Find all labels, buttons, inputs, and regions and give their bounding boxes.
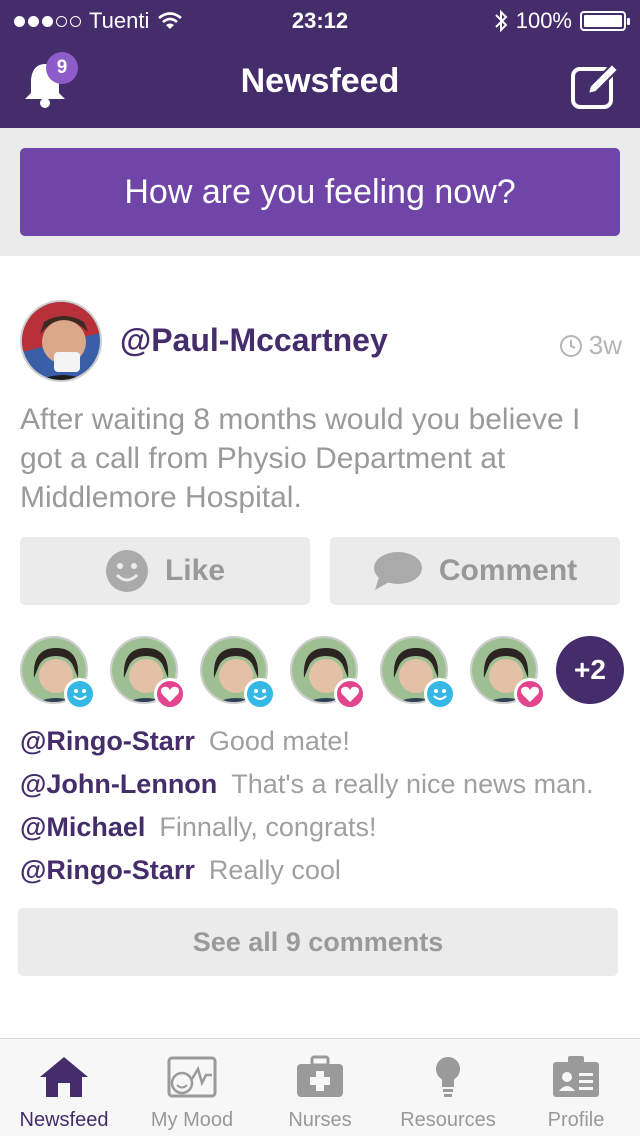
post-author[interactable]: @Paul-Mccartney (120, 322, 388, 359)
comment-user[interactable]: @Ringo-Starr (20, 726, 195, 756)
tab-bar: Newsfeed My Mood Nurses Resources Profil… (0, 1038, 640, 1136)
tab-nurses[interactable]: Nurses (256, 1039, 384, 1136)
tab-profile[interactable]: Profile (512, 1039, 640, 1136)
clock-icon (559, 334, 582, 357)
tab-label: Resources (400, 1109, 496, 1131)
reaction-avatar[interactable] (200, 636, 276, 710)
heart-icon (154, 678, 186, 710)
smile-icon (424, 678, 456, 710)
compose-icon[interactable] (570, 62, 620, 110)
heart-icon (334, 678, 366, 710)
id-card-icon (553, 1056, 599, 1097)
comment-item: @John-Lennon That's a really nice news ma… (20, 769, 594, 800)
smile-icon (105, 550, 148, 592)
top-bar: Tuenti 23:12 100% 9 Newsfeed (0, 0, 640, 128)
home-icon (40, 1057, 88, 1097)
mood-chart-icon (167, 1056, 217, 1098)
tab-label: Nurses (288, 1109, 352, 1131)
comment-text: Good mate! (208, 726, 350, 756)
more-reactions-button[interactable]: +2 (556, 636, 624, 704)
post-time: 3w (559, 330, 622, 361)
comment-label: Comment (438, 554, 578, 587)
author-avatar[interactable] (20, 300, 102, 382)
comment-text: That's a really nice news man. (231, 769, 594, 799)
heart-icon (514, 678, 546, 710)
battery-percent: 100% (515, 8, 572, 33)
reaction-avatar[interactable] (470, 636, 546, 710)
author-photo (22, 302, 100, 380)
bluetooth-icon (495, 9, 508, 33)
page-title: Newsfeed (240, 62, 400, 100)
comment-user[interactable]: @Michael (20, 812, 145, 842)
comment-button[interactable]: Comment (330, 537, 620, 605)
tab-label: Profile (547, 1109, 605, 1131)
like-button[interactable]: Like (20, 537, 310, 605)
status-right: 100% (494, 8, 630, 34)
reaction-avatar[interactable] (20, 636, 96, 710)
post-time-text: 3w (588, 330, 622, 360)
see-all-comments-button[interactable]: See all 9 comments (18, 908, 618, 976)
tab-label: Newsfeed (19, 1109, 109, 1131)
comment-item: @Ringo-Starr Really cool (20, 855, 341, 886)
post-body: After waiting 8 months would you believe… (20, 403, 581, 514)
comment-item: @Ringo-Starr Good mate! (20, 726, 350, 757)
status-bar: Tuenti 23:12 100% (0, 0, 640, 40)
smile-icon (244, 678, 276, 710)
comment-text: Really cool (208, 855, 341, 885)
reaction-avatar[interactable] (380, 636, 456, 710)
feeling-section: How are you feeling now? (0, 128, 640, 256)
medical-kit-icon (297, 1055, 343, 1097)
comment-item: @Michael Finnally, congrats! (20, 812, 376, 843)
comment-user[interactable]: @Ringo-Starr (20, 855, 195, 885)
lightbulb-icon (436, 1057, 460, 1097)
tab-my-mood[interactable]: My Mood (128, 1039, 256, 1136)
like-label: Like (164, 554, 226, 587)
battery-icon (580, 11, 630, 31)
feeling-button[interactable]: How are you feeling now? (20, 148, 620, 236)
reactions-row: +2 (20, 636, 630, 710)
comment-text: Finnally, congrats! (159, 812, 377, 842)
tab-label: My Mood (150, 1109, 234, 1131)
speech-bubble-icon (373, 552, 422, 590)
reaction-avatar[interactable] (290, 636, 366, 710)
battery-level (584, 15, 622, 27)
smile-icon (64, 678, 96, 710)
tab-resources[interactable]: Resources (384, 1039, 512, 1136)
reaction-avatar[interactable] (110, 636, 186, 710)
comment-user[interactable]: @John-Lennon (20, 769, 217, 799)
tab-newsfeed[interactable]: Newsfeed (0, 1039, 128, 1136)
